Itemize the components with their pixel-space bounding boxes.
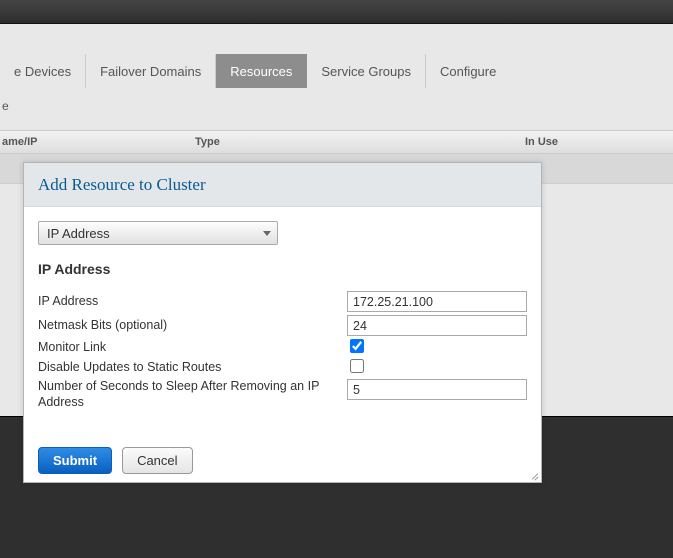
disable-updates-checkbox[interactable] xyxy=(350,359,364,373)
resource-type-selected: IP Address xyxy=(47,226,110,241)
tab-devices[interactable]: e Devices xyxy=(0,54,86,88)
label-sleep-seconds: Number of Seconds to Sleep After Removin… xyxy=(38,379,347,410)
add-resource-dialog: Add Resource to Cluster IP Address IP Ad… xyxy=(23,162,542,483)
label-ip-address: IP Address xyxy=(38,294,347,310)
label-netmask: Netmask Bits (optional) xyxy=(38,318,347,334)
chevron-down-icon xyxy=(263,231,271,236)
monitor-link-checkbox[interactable] xyxy=(350,339,364,353)
section-heading: IP Address xyxy=(38,261,527,277)
sleep-seconds-field[interactable] xyxy=(347,379,527,400)
cancel-button[interactable]: Cancel xyxy=(122,447,192,474)
col-in-use[interactable]: In Use xyxy=(525,136,673,148)
col-name-ip[interactable]: ame/IP xyxy=(0,136,195,148)
tab-strip: e Devices Failover Domains Resources Ser… xyxy=(0,54,673,88)
resize-handle-icon[interactable] xyxy=(527,468,539,480)
dialog-title: Add Resource to Cluster xyxy=(38,175,206,195)
dialog-header: Add Resource to Cluster xyxy=(24,163,541,207)
netmask-field[interactable] xyxy=(347,315,527,336)
submit-button[interactable]: Submit xyxy=(38,447,112,474)
tab-resources[interactable]: Resources xyxy=(216,54,307,88)
dialog-footer: Submit Cancel xyxy=(24,438,541,482)
top-bar xyxy=(0,0,673,24)
breadcrumb: e xyxy=(0,99,673,117)
tab-service-groups[interactable]: Service Groups xyxy=(307,54,426,88)
form: IP Address Netmask Bits (optional) Monit… xyxy=(38,291,527,410)
resource-type-select[interactable]: IP Address xyxy=(38,221,278,245)
table-header: ame/IP Type In Use xyxy=(0,130,673,154)
label-disable-updates: Disable Updates to Static Routes xyxy=(38,360,350,376)
label-monitor-link: Monitor Link xyxy=(38,340,350,356)
col-type[interactable]: Type xyxy=(195,136,525,148)
tab-configure[interactable]: Configure xyxy=(426,54,510,88)
ip-address-field[interactable] xyxy=(347,291,527,312)
dialog-body: IP Address IP Address IP Address Netmask… xyxy=(24,207,541,439)
tab-failover-domains[interactable]: Failover Domains xyxy=(86,54,216,88)
